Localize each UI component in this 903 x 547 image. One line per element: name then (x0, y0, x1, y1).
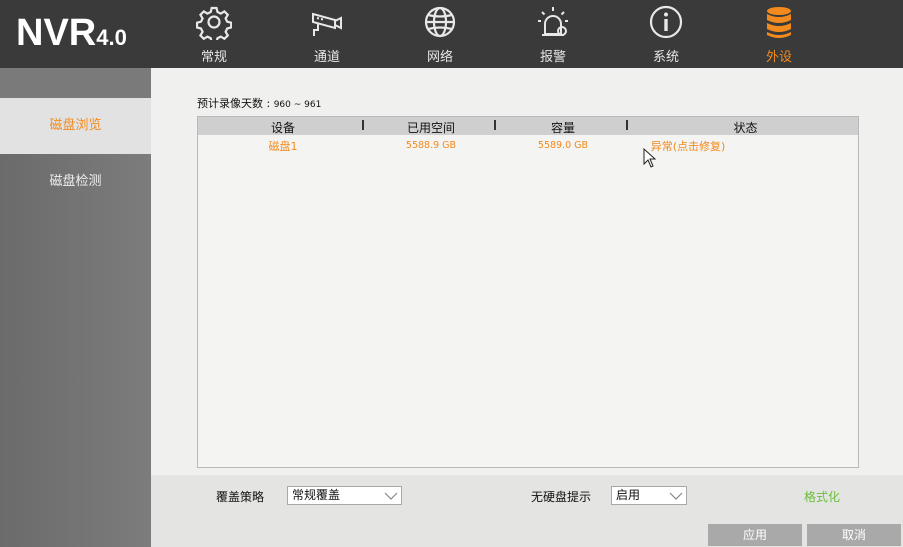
chevron-down-icon (669, 492, 683, 500)
no-disk-alert-value: 启用 (616, 488, 641, 502)
cell-capacity: 5589.0 GB (537, 140, 589, 151)
sidebar-header-strip (0, 68, 151, 98)
globe-icon (424, 6, 456, 38)
estimate-label: 预计录像天数 : (197, 97, 274, 110)
column-separator[interactable] (494, 120, 496, 130)
nav-channel-label: 通道 (313, 50, 340, 65)
nav-alarm-label: 报警 (539, 50, 566, 65)
table-header: 设备 已用空间 容量 状态 (198, 117, 858, 135)
top-navigation-bar: NVR4.0 常规 通道 网络 报警 系统 外设 (0, 0, 903, 68)
no-disk-alert-label: 无硬盘提示 (531, 490, 592, 504)
nav-system[interactable]: 系统 (626, 0, 706, 68)
alarm-icon (538, 7, 568, 36)
cell-device: 磁盘1 (268, 140, 298, 153)
column-separator[interactable] (626, 120, 628, 130)
nav-system-label: 系统 (652, 50, 679, 65)
table-row[interactable]: 磁盘1 5588.9 GB 5589.0 GB 异常(点击修复) (198, 137, 858, 153)
info-icon (649, 5, 683, 39)
nav-peripheral-label: 外设 (765, 50, 792, 65)
nav-network-label: 网络 (426, 50, 453, 65)
mouse-cursor-icon (643, 148, 657, 168)
cell-used-space: 5588.9 GB (405, 140, 457, 151)
nav-general-label: 常规 (200, 50, 227, 65)
cancel-button[interactable]: 取消 (807, 524, 901, 546)
column-separator[interactable] (362, 120, 364, 130)
header-used-space: 已用空间 (406, 121, 455, 135)
estimate-value: 960 ~ 961 (273, 100, 322, 110)
camera-icon (312, 12, 342, 36)
nav-network[interactable]: 网络 (400, 0, 480, 68)
estimated-record-days: 预计录像天数 : 960 ~ 961 (197, 95, 321, 111)
sidebar-item-disk-check[interactable]: 磁盘检测 (0, 154, 151, 210)
nvr-logo: NVR4.0 (16, 12, 127, 55)
no-disk-alert-select[interactable]: 启用 (611, 486, 687, 505)
logo-version: 4.0 (96, 25, 127, 50)
disk-table: 设备 已用空间 容量 状态 磁盘1 5588.9 GB 5589.0 GB 异常… (197, 116, 859, 468)
logo-text: NVR (16, 12, 97, 54)
apply-button[interactable]: 应用 (708, 524, 802, 546)
format-button[interactable]: 格式化 (804, 488, 840, 505)
bottom-settings-bar: 覆盖策略 常规覆盖 无硬盘提示 启用 格式化 应用 取消 (151, 475, 903, 547)
header-device: 设备 (270, 121, 295, 135)
overwrite-policy-label: 覆盖策略 (216, 490, 265, 504)
gear-icon (196, 6, 232, 40)
sidebar: 磁盘浏览 磁盘检测 (0, 68, 151, 547)
sidebar-item-disk-browse[interactable]: 磁盘浏览 (0, 98, 151, 154)
storage-icon (767, 7, 791, 38)
header-status: 状态 (733, 121, 758, 135)
nav-alarm[interactable]: 报警 (513, 0, 593, 68)
overwrite-policy-value: 常规覆盖 (292, 488, 341, 502)
chevron-down-icon (384, 492, 398, 500)
nav-peripheral[interactable]: 外设 (739, 0, 819, 68)
header-capacity: 容量 (550, 121, 575, 135)
nav-channel[interactable]: 通道 (287, 0, 367, 68)
nav-general[interactable]: 常规 (174, 0, 254, 68)
overwrite-policy-select[interactable]: 常规覆盖 (287, 486, 402, 505)
cell-status-repair-link[interactable]: 异常(点击修复) (618, 138, 758, 154)
